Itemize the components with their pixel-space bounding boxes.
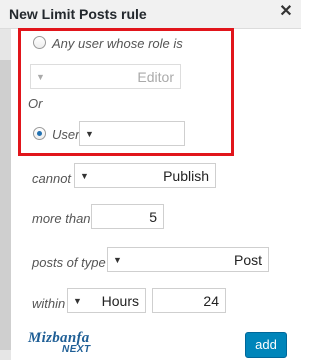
chevron-down-icon: ▼: [80, 171, 89, 181]
scrollbar-thumb[interactable]: [0, 60, 11, 350]
chevron-down-icon: ▼: [36, 72, 45, 82]
role-option-label: Any user whose role is: [52, 36, 183, 51]
role-select[interactable]: ▼ Editor: [30, 64, 181, 89]
role-select-value: Editor: [137, 69, 174, 85]
chevron-down-icon: ▼: [113, 255, 122, 265]
chevron-down-icon: ▼: [73, 296, 82, 306]
post-type-select-value: Post: [233, 252, 262, 268]
count-input[interactable]: [91, 204, 164, 229]
user-option-label: User: [52, 127, 80, 142]
action-select-value: Publish: [163, 168, 209, 184]
time-unit-select[interactable]: ▼ Hours: [67, 288, 146, 313]
post-type-select[interactable]: ▼ Post: [107, 247, 269, 272]
close-icon[interactable]: ✕: [278, 3, 294, 21]
role-radio[interactable]: [33, 36, 46, 49]
logo-subtext: NEXT: [62, 344, 91, 355]
or-label: Or: [28, 96, 43, 111]
posts-of-type-label: posts of type: [32, 255, 106, 270]
dialog-titlebar: New Limit Posts rule ✕: [0, 0, 301, 29]
time-value-input[interactable]: [152, 288, 226, 313]
action-select[interactable]: ▼ Publish: [74, 163, 216, 188]
chevron-down-icon: ▼: [85, 129, 94, 139]
cannot-label: cannot: [32, 171, 72, 186]
more-than-label: more than: [32, 211, 91, 226]
dialog-title: New Limit Posts rule: [9, 6, 147, 22]
within-label: within: [32, 296, 66, 311]
mizbanfa-logo: Mizbanfa NEXT: [28, 330, 104, 356]
time-unit-value: Hours: [101, 293, 139, 309]
add-button[interactable]: add: [245, 332, 287, 358]
user-select[interactable]: ▼: [79, 121, 185, 146]
user-radio[interactable]: [33, 127, 46, 140]
